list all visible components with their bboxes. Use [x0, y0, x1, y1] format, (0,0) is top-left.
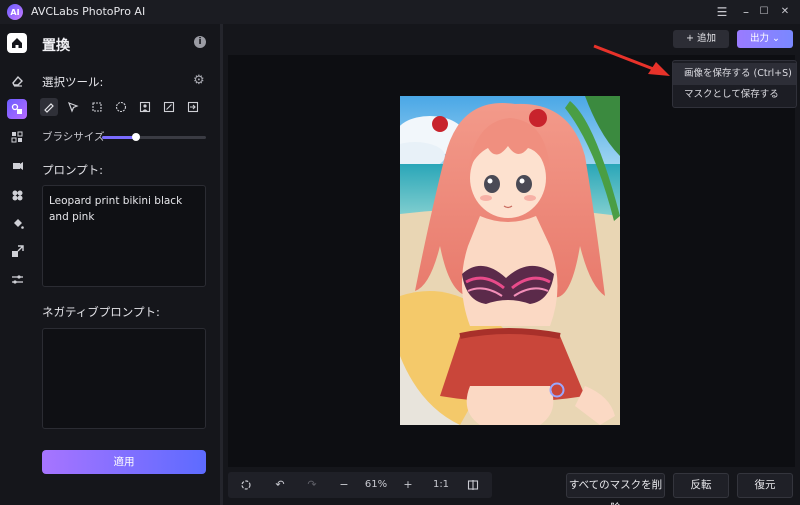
maximize-button[interactable]: ☐ — [755, 3, 773, 21]
rect-select-icon[interactable] — [88, 98, 106, 116]
view-toolbar: ↶ ↷ − 61% + 1:1 — [228, 472, 492, 498]
minimize-button[interactable]: – — [737, 3, 755, 21]
replace-panel: 置換 i 選択ツール: ⚙ ブラシサイズ プロンプト: Leopard prin… — [34, 24, 220, 505]
undo-icon[interactable]: ↶ — [270, 472, 290, 498]
prompt-input[interactable]: Leopard print bikini black and pink — [42, 185, 206, 287]
zoom-level: 61% — [364, 479, 388, 490]
tool-rail — [0, 24, 34, 505]
selection-tool-label: 選択ツール: — [42, 75, 104, 89]
app-title: AVCLabs PhotoPro AI — [31, 5, 146, 18]
pointer-tool-icon[interactable] — [64, 98, 82, 116]
fill-icon[interactable] — [7, 213, 27, 233]
save-as-mask-menu-item[interactable]: マスクとして保存する — [673, 84, 796, 106]
close-button[interactable]: ✕ — [776, 3, 794, 21]
clear-all-masks-button[interactable]: すべてのマスクを削除 — [566, 473, 665, 505]
ellipse-select-icon[interactable] — [112, 98, 130, 116]
home-icon[interactable] — [7, 33, 27, 53]
prompt-label: プロンプト: — [42, 163, 104, 177]
restore-button[interactable]: 復元 — [737, 473, 793, 498]
brush-size-slider[interactable] — [102, 133, 206, 141]
invert-button[interactable]: 反転 — [673, 473, 729, 498]
edited-image[interactable] — [400, 96, 620, 425]
negative-prompt-label: ネガティブプロンプト: — [42, 305, 160, 319]
actual-size-button[interactable]: 1:1 — [430, 472, 452, 498]
gear-icon[interactable]: ⚙ — [193, 74, 206, 87]
slider-thumb[interactable] — [132, 133, 141, 141]
add-button[interactable]: + 追加 — [673, 30, 729, 48]
panel-title: 置換 — [42, 38, 70, 54]
import-mask-icon[interactable] — [184, 98, 202, 116]
app-logo-icon: AI — [7, 4, 23, 20]
adjust-icon[interactable] — [7, 269, 27, 289]
brush-size-label: ブラシサイズ — [42, 131, 105, 143]
negative-prompt-input[interactable] — [42, 328, 206, 429]
title-bar: AI AVCLabs PhotoPro AI ☰ – ☐ ✕ — [0, 0, 800, 24]
brush-tool-icon[interactable] — [40, 98, 58, 116]
annotation-arrow — [590, 40, 680, 83]
reset-view-icon[interactable] — [236, 472, 256, 498]
zoom-in-icon[interactable]: + — [398, 472, 418, 498]
redo-icon[interactable]: ↷ — [302, 472, 322, 498]
replace-icon[interactable] — [7, 99, 27, 119]
info-icon[interactable]: i — [194, 36, 206, 48]
eraser-icon[interactable] — [7, 70, 27, 90]
colorize-icon[interactable] — [7, 156, 27, 176]
upscale-icon[interactable] — [7, 241, 27, 261]
save-image-menu-item[interactable]: 画像を保存する (Ctrl+S) — [673, 63, 796, 85]
apply-button[interactable]: 適用 — [42, 450, 206, 474]
panel-divider[interactable] — [220, 24, 223, 505]
compare-icon[interactable] — [463, 472, 483, 498]
output-button[interactable]: 出力 ⌄ — [737, 30, 793, 48]
background-icon[interactable] — [7, 185, 27, 205]
output-dropdown: 画像を保存する (Ctrl+S) マスクとして保存する — [672, 60, 797, 108]
enhance-icon[interactable] — [7, 127, 27, 147]
selection-tools — [40, 98, 202, 118]
slider-fill — [102, 136, 137, 139]
person-select-icon[interactable] — [136, 98, 154, 116]
ai-select-icon[interactable] — [160, 98, 178, 116]
menu-icon[interactable]: ☰ — [713, 3, 731, 21]
zoom-out-icon[interactable]: − — [334, 472, 354, 498]
